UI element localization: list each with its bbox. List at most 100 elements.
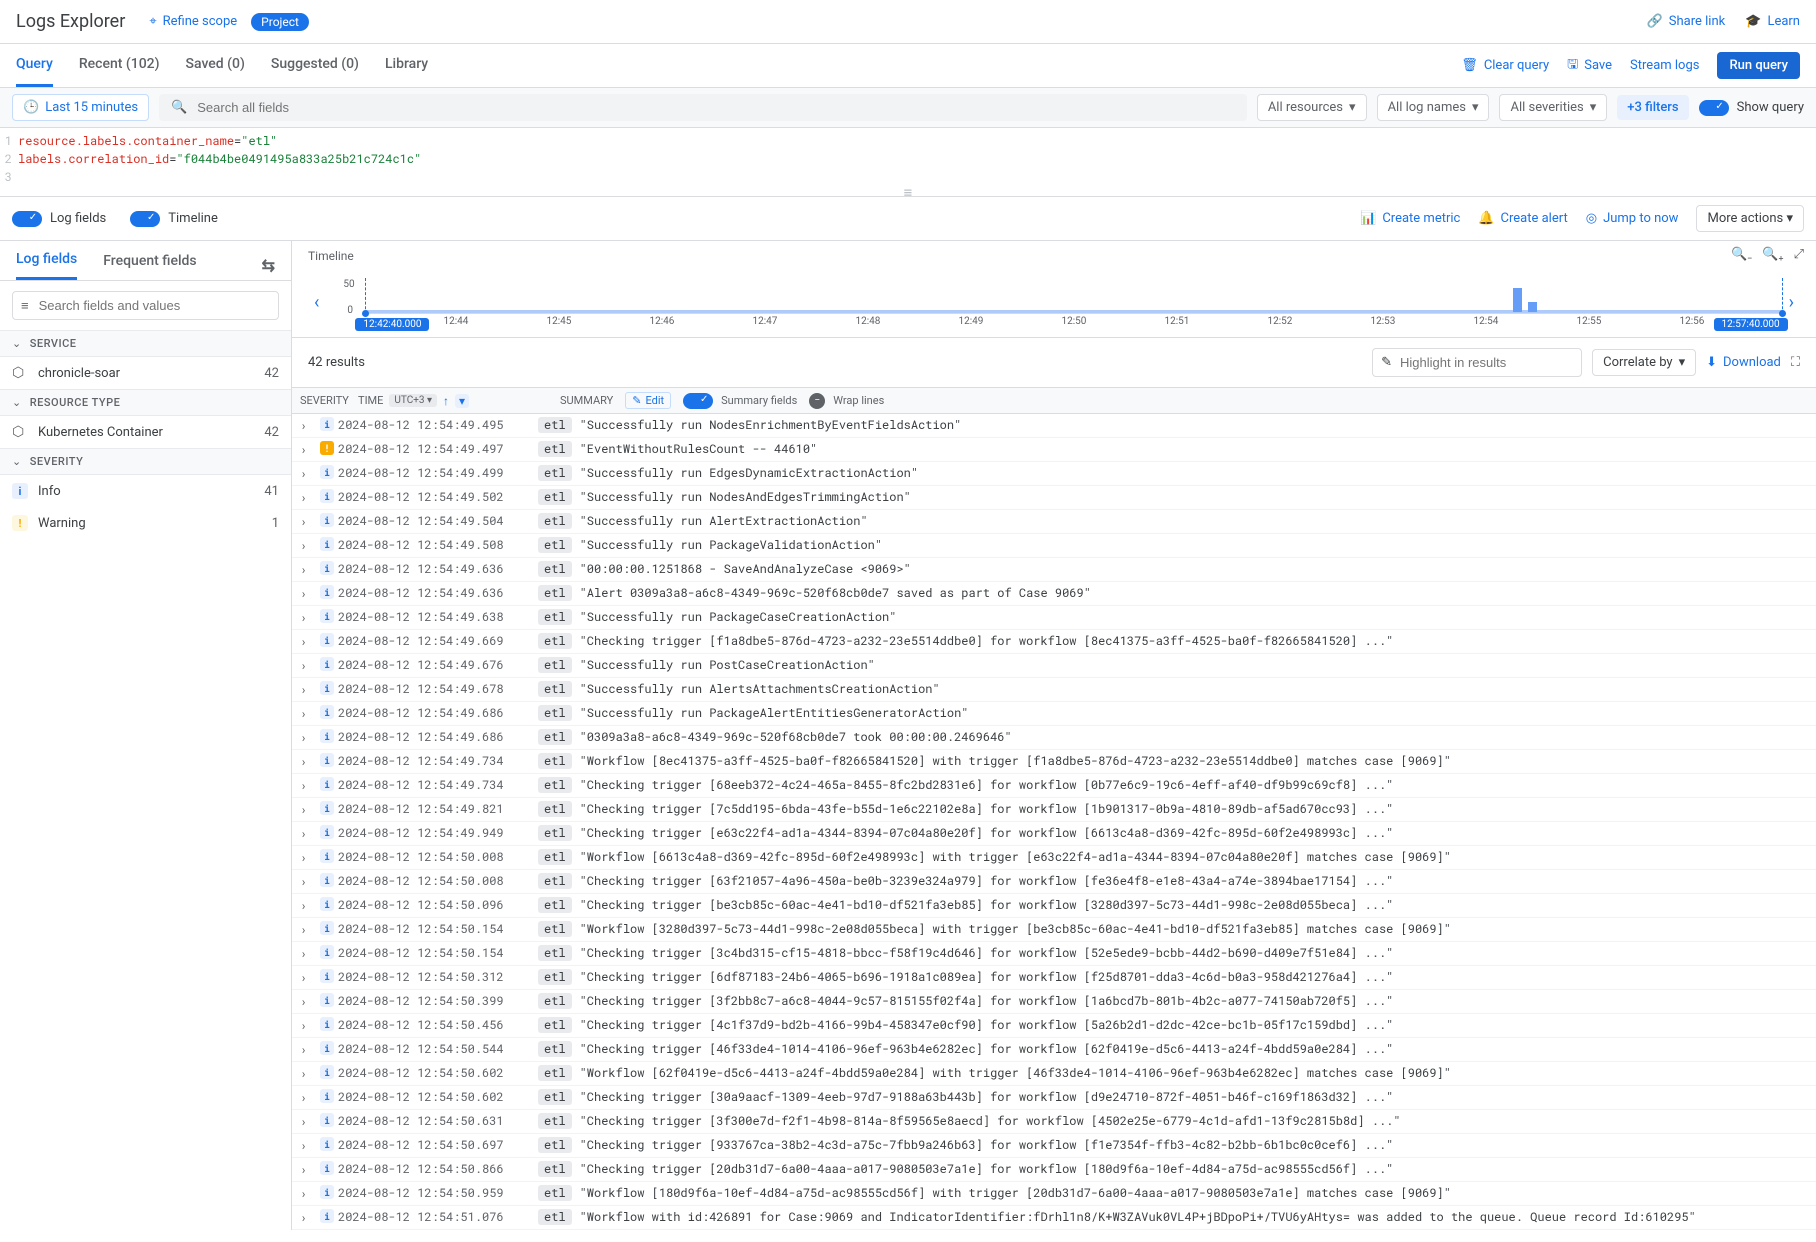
expand-row-button[interactable]: › — [300, 1185, 316, 1202]
log-row[interactable]: ›i2024-08-12 12:54:49.949etl"Checking tr… — [292, 822, 1816, 846]
jump-to-now-button[interactable]: ◎ Jump to now — [1586, 211, 1679, 226]
log-row[interactable]: ›i2024-08-12 12:54:49.499etl"Successfull… — [292, 462, 1816, 486]
log-row[interactable]: ›i2024-08-12 12:54:49.502etl"Successfull… — [292, 486, 1816, 510]
log-row[interactable]: ›i2024-08-12 12:54:49.686etl"0309a3a8-a6… — [292, 726, 1816, 750]
sidebar-item[interactable]: !Warning1 — [0, 507, 291, 539]
timeline-bar[interactable] — [1513, 288, 1522, 312]
timeline-prev-button[interactable]: ‹ — [308, 292, 325, 313]
sidebar-section-header[interactable]: ⌄ RESOURCE TYPE — [0, 389, 291, 416]
log-row[interactable]: ›i2024-08-12 12:54:50.544etl"Checking tr… — [292, 1038, 1816, 1062]
log-row[interactable]: ›i2024-08-12 12:54:49.495etl"Successfull… — [292, 414, 1816, 438]
expand-row-button[interactable]: › — [300, 993, 316, 1010]
expand-row-button[interactable]: › — [300, 513, 316, 530]
log-row[interactable]: ›i2024-08-12 12:54:50.399etl"Checking tr… — [292, 990, 1816, 1014]
scope-chip[interactable]: Project — [251, 13, 309, 31]
log-row[interactable]: ›i2024-08-12 12:54:50.631etl"Checking tr… — [292, 1110, 1816, 1134]
log-row[interactable]: ›i2024-08-12 12:54:50.959etl"Workflow [1… — [292, 1182, 1816, 1206]
expand-row-button[interactable]: › — [300, 1161, 316, 1178]
timeline-toggle[interactable]: Timeline — [130, 211, 218, 227]
log-row[interactable]: ›i2024-08-12 12:54:51.076etl"Workflow wi… — [292, 1206, 1816, 1230]
expand-icon[interactable]: ⤢ — [1794, 247, 1804, 262]
wrap-lines-toggle[interactable]: − Wrap lines — [809, 393, 884, 409]
filter-resources[interactable]: All resources ▾ — [1257, 94, 1367, 121]
editor-resize-handle[interactable]: ≡ — [0, 188, 1816, 196]
expand-row-button[interactable]: › — [300, 705, 316, 722]
timeline-bar[interactable] — [1528, 302, 1537, 312]
fullscreen-icon[interactable]: ⛶ — [1791, 355, 1800, 370]
learn-button[interactable]: 🎓 Learn — [1745, 14, 1800, 29]
expand-row-button[interactable]: › — [300, 897, 316, 914]
log-row[interactable]: ›i2024-08-12 12:54:49.676etl"Successfull… — [292, 654, 1816, 678]
main-tab[interactable]: Saved (0) — [186, 44, 245, 87]
expand-row-button[interactable]: › — [300, 585, 316, 602]
expand-row-button[interactable]: › — [300, 825, 316, 842]
log-row[interactable]: ›i2024-08-12 12:54:49.734etl"Checking tr… — [292, 774, 1816, 798]
download-button[interactable]: ⬇ Download — [1706, 355, 1781, 370]
show-query-toggle[interactable]: Show query — [1699, 100, 1804, 116]
expand-row-button[interactable]: › — [300, 945, 316, 962]
sidebar-search-input[interactable] — [37, 297, 270, 314]
expand-row-button[interactable]: › — [300, 921, 316, 938]
expand-row-button[interactable]: › — [300, 873, 316, 890]
sidebar-tab-frequent[interactable]: Frequent fields — [103, 253, 196, 279]
sidebar-section-header[interactable]: ⌄ SEVERITY — [0, 448, 291, 475]
edit-summary-button[interactable]: ✎ Edit — [625, 392, 671, 409]
log-row[interactable]: ›i2024-08-12 12:54:49.504etl"Successfull… — [292, 510, 1816, 534]
log-row[interactable]: ›i2024-08-12 12:54:50.602etl"Checking tr… — [292, 1086, 1816, 1110]
search-all-fields[interactable]: 🔍 — [159, 94, 1247, 121]
main-tab[interactable]: Recent (102) — [79, 44, 160, 87]
expand-row-button[interactable]: › — [300, 729, 316, 746]
sort-menu-button[interactable]: ▾ — [455, 394, 469, 408]
filter-lognames[interactable]: All log names ▾ — [1377, 94, 1490, 121]
expand-row-button[interactable]: › — [300, 465, 316, 482]
expand-row-button[interactable]: › — [300, 753, 316, 770]
extra-filters-button[interactable]: +3 filters — [1617, 95, 1688, 120]
logfields-toggle[interactable]: Log fields — [12, 211, 106, 227]
create-alert-button[interactable]: 🔔 Create alert — [1478, 211, 1567, 226]
log-row[interactable]: ›i2024-08-12 12:54:49.636etl"00:00:00.12… — [292, 558, 1816, 582]
log-row[interactable]: ›i2024-08-12 12:54:50.312etl"Checking tr… — [292, 966, 1816, 990]
sort-asc-button[interactable]: ↑ — [443, 394, 449, 408]
log-row[interactable]: ›i2024-08-12 12:54:50.456etl"Checking tr… — [292, 1014, 1816, 1038]
log-row[interactable]: ›i2024-08-12 12:54:49.669etl"Checking tr… — [292, 630, 1816, 654]
log-row[interactable]: ›i2024-08-12 12:54:49.686etl"Successfull… — [292, 702, 1816, 726]
stream-logs-button[interactable]: Stream logs — [1630, 58, 1699, 73]
log-row[interactable]: ›i2024-08-12 12:54:50.008etl"Workflow [6… — [292, 846, 1816, 870]
sidebar-search[interactable]: ≡ — [12, 291, 279, 320]
search-all-fields-input[interactable] — [195, 99, 1235, 116]
timeline-next-button[interactable]: › — [1783, 292, 1800, 313]
expand-row-button[interactable]: › — [300, 1041, 316, 1058]
main-tab[interactable]: Suggested (0) — [271, 44, 359, 87]
summary-fields-toggle[interactable]: Summary fields — [683, 393, 797, 409]
expand-row-button[interactable]: › — [300, 1113, 316, 1130]
expand-row-button[interactable]: › — [300, 681, 316, 698]
timezone-chip[interactable]: UTC+3 ▾ — [389, 394, 437, 407]
sidebar-section-header[interactable]: ⌄ SERVICE — [0, 330, 291, 357]
log-row[interactable]: ›i2024-08-12 12:54:50.096etl"Checking tr… — [292, 894, 1816, 918]
sidebar-item[interactable]: ⬡chronicle-soar42 — [0, 357, 291, 389]
expand-row-button[interactable]: › — [300, 609, 316, 626]
expand-row-button[interactable]: › — [300, 561, 316, 578]
expand-row-button[interactable]: › — [300, 417, 316, 434]
timeline-end-marker[interactable] — [1782, 278, 1783, 314]
expand-row-button[interactable]: › — [300, 489, 316, 506]
log-row[interactable]: ›i2024-08-12 12:54:50.154etl"Workflow [3… — [292, 918, 1816, 942]
log-row[interactable]: ›!2024-08-12 12:54:49.497etl"EventWithou… — [292, 438, 1816, 462]
query-editor[interactable]: 1resource.labels.container_name="etl"2la… — [0, 128, 1816, 197]
run-query-button[interactable]: Run query — [1717, 52, 1800, 79]
log-row[interactable]: ›i2024-08-12 12:54:49.638etl"Successfull… — [292, 606, 1816, 630]
log-row[interactable]: ›i2024-08-12 12:54:50.866etl"Checking tr… — [292, 1158, 1816, 1182]
save-query-button[interactable]: 🖫 Save — [1567, 55, 1612, 77]
expand-row-button[interactable]: › — [300, 969, 316, 986]
expand-row-button[interactable]: › — [300, 537, 316, 554]
share-link-button[interactable]: 🔗 Share link — [1647, 14, 1726, 29]
timeline-start-marker[interactable] — [365, 278, 366, 314]
expand-row-button[interactable]: › — [300, 1065, 316, 1082]
zoom-in-icon[interactable]: 🔍₊ — [1762, 247, 1783, 262]
clear-query-button[interactable]: 🗑 Clear query — [1461, 58, 1549, 73]
highlight-field[interactable]: ✎ — [1372, 348, 1582, 377]
main-tab[interactable]: Query — [16, 44, 53, 87]
log-row[interactable]: ›i2024-08-12 12:54:49.734etl"Workflow [8… — [292, 750, 1816, 774]
filter-severities[interactable]: All severities ▾ — [1499, 94, 1607, 121]
swap-panels-button[interactable]: ⇆ — [262, 256, 275, 275]
